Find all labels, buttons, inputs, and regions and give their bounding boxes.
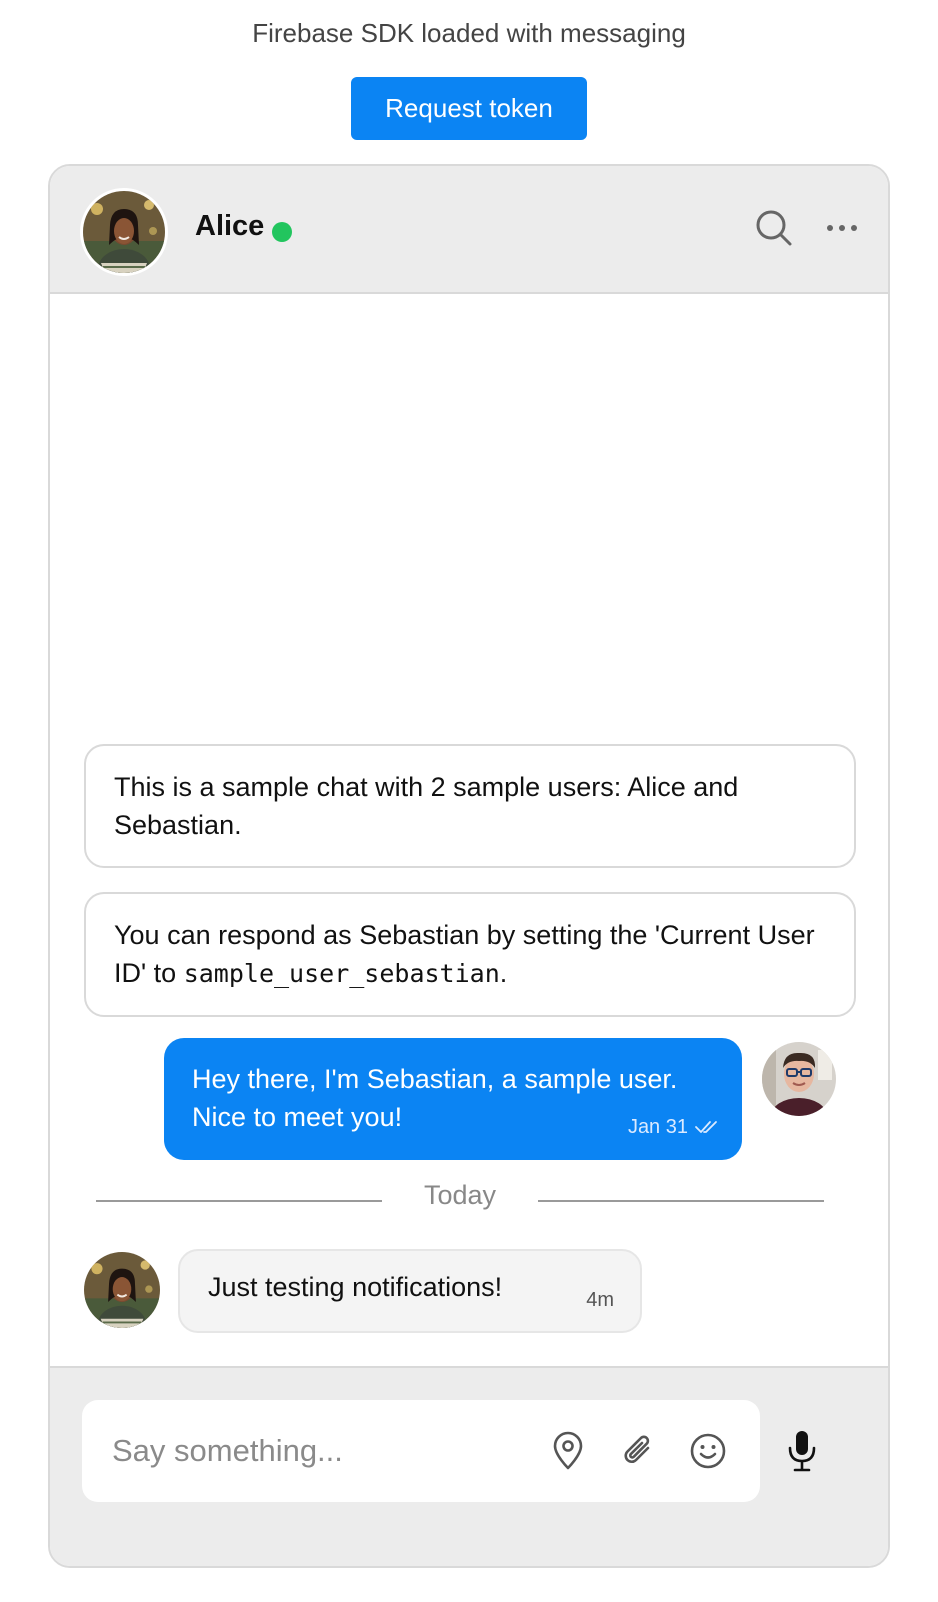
date-divider-label: Today (423, 1180, 497, 1210)
date-divider-line (96, 1200, 382, 1202)
double-check-icon (695, 1121, 717, 1133)
online-status-dot (272, 222, 292, 242)
message-input[interactable] (82, 1400, 760, 1502)
search-icon[interactable] (752, 206, 796, 250)
sebastian-avatar[interactable] (762, 1042, 836, 1116)
chat-header: Alice (50, 166, 888, 294)
system-message: This is a sample chat with 2 sample user… (84, 744, 856, 868)
incoming-message[interactable]: Just testing notifications! 4m (178, 1249, 642, 1333)
message-composer (50, 1366, 888, 1566)
alice-avatar[interactable] (80, 188, 168, 276)
outgoing-message-text: Hey there, I'm Sebastian, a sample user.… (192, 1064, 678, 1132)
outgoing-message-time: Jan 31 (627, 1116, 688, 1138)
more-options-icon[interactable] (820, 206, 864, 250)
user-id-code: sample_user_sebastian (183, 959, 500, 988)
alice-message-avatar[interactable] (84, 1252, 160, 1328)
microphone-icon[interactable] (782, 1428, 822, 1474)
paperclip-icon[interactable] (618, 1431, 658, 1471)
date-divider-line (538, 1200, 824, 1202)
sdk-status-text: Firebase SDK loaded with messaging (252, 18, 686, 48)
outgoing-message-meta: Jan 31 (628, 1108, 720, 1146)
contact-name: Alice (195, 210, 265, 242)
incoming-message-time: 4m (586, 1289, 614, 1311)
system-message-text: This is a sample chat with 2 sample user… (114, 772, 739, 840)
system-message: You can respond as Sebastian by setting … (84, 892, 856, 1017)
location-pin-icon[interactable] (548, 1431, 588, 1471)
system-message-text-end: . (499, 958, 508, 988)
outgoing-message[interactable]: Hey there, I'm Sebastian, a sample user.… (164, 1038, 742, 1160)
chat-window: Alice This is a sample chat with 2 sampl… (48, 164, 890, 1568)
emoji-icon[interactable] (688, 1431, 728, 1471)
request-token-button[interactable]: Request token (351, 77, 587, 140)
incoming-message-text: Just testing notifications! (208, 1272, 503, 1302)
